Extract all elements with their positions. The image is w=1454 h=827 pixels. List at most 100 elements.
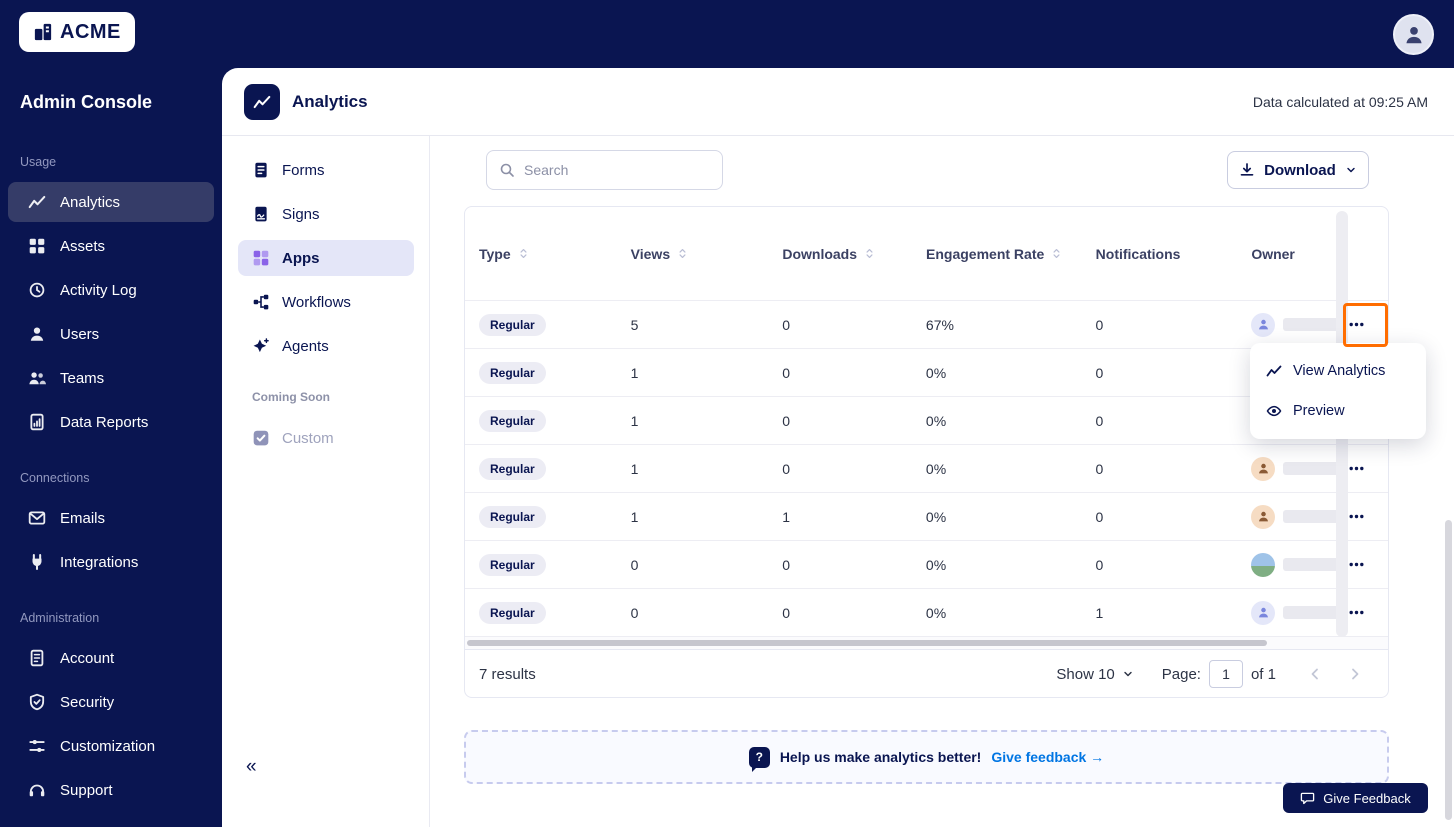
column-header-owner: Owner bbox=[1251, 245, 1295, 262]
users-icon bbox=[28, 369, 46, 387]
sidebar-item-security[interactable]: Security bbox=[8, 682, 214, 722]
sidebar-item-account[interactable]: Account bbox=[8, 638, 214, 678]
headset-icon bbox=[28, 781, 46, 799]
notifications-value: 0 bbox=[1095, 508, 1104, 525]
sidebar-item-support[interactable]: Support bbox=[8, 770, 214, 810]
page-vertical-scrollbar[interactable] bbox=[1445, 520, 1452, 820]
sidebar-item-integrations[interactable]: Integrations bbox=[8, 542, 214, 582]
sidebar-item-customization[interactable]: Customization bbox=[8, 726, 214, 766]
table-horizontal-scrollbar-track bbox=[465, 637, 1388, 649]
person-icon bbox=[1403, 24, 1425, 46]
downloads-value: 0 bbox=[782, 316, 791, 333]
banner-text: Help us make analytics better! bbox=[779, 749, 982, 765]
sidebar-item-teams[interactable]: Teams bbox=[8, 358, 214, 398]
redacted-owner-name bbox=[1283, 558, 1340, 571]
table-row: Regular 1 1 0% 0 bbox=[465, 493, 1388, 541]
table-header-row: Type Views Downloads Engagement Rate Not… bbox=[465, 207, 1388, 301]
search-input[interactable] bbox=[524, 151, 722, 189]
chevron-down-icon bbox=[1122, 668, 1134, 680]
sidebar-item-activity-log[interactable]: Activity Log bbox=[8, 270, 214, 310]
next-page-button[interactable] bbox=[1342, 661, 1368, 687]
type-badge: Regular bbox=[479, 313, 546, 336]
notifications-value: 0 bbox=[1095, 316, 1104, 333]
table-row: Regular 0 0 0% 1 bbox=[465, 589, 1388, 637]
give-feedback-link[interactable]: Give feedback → bbox=[991, 749, 1104, 765]
sidebar-item-users[interactable]: Users bbox=[8, 314, 214, 354]
column-header-engagement-rate[interactable]: Engagement Rate bbox=[926, 246, 1096, 262]
sidebar-item-analytics[interactable]: Analytics bbox=[8, 182, 214, 222]
search-box bbox=[486, 150, 723, 190]
column-header-type[interactable]: Type bbox=[479, 246, 631, 262]
shield-icon bbox=[28, 693, 46, 711]
notifications-value: 0 bbox=[1095, 412, 1104, 429]
section-label-administration: Administration bbox=[20, 611, 100, 625]
floating-give-feedback-button[interactable]: Give Feedback bbox=[1283, 783, 1428, 813]
chart-line-icon bbox=[253, 93, 271, 111]
report-icon bbox=[28, 413, 46, 431]
page-number-input[interactable] bbox=[1208, 660, 1243, 688]
owner-cell bbox=[1251, 600, 1340, 625]
envelope-icon bbox=[28, 509, 46, 527]
notifications-value: 0 bbox=[1095, 556, 1104, 573]
data-calculated-status: Data calculated at 09:25 AM bbox=[1252, 93, 1428, 110]
owner-avatar bbox=[1251, 312, 1276, 337]
redacted-owner-name bbox=[1283, 462, 1340, 475]
previous-page-button[interactable] bbox=[1302, 661, 1328, 687]
sidebar-item-data-reports[interactable]: Data Reports bbox=[8, 402, 214, 442]
coming-soon-label: Coming Soon bbox=[252, 390, 330, 404]
user-avatar[interactable] bbox=[1393, 14, 1434, 55]
owner-cell bbox=[1251, 552, 1340, 577]
help-bubble-icon: ? bbox=[748, 746, 770, 772]
download-button[interactable]: Download bbox=[1227, 151, 1369, 189]
owner-cell bbox=[1251, 504, 1340, 529]
downloads-value: 0 bbox=[782, 364, 791, 381]
redacted-owner-name bbox=[1283, 318, 1340, 331]
sort-icon bbox=[863, 247, 876, 260]
main-panel: Analytics Data calculated at 09:25 AM Fo… bbox=[222, 68, 1454, 827]
downloads-value: 0 bbox=[782, 556, 791, 573]
analytics-subnav: Forms Signs Apps Workflows Agents Coming… bbox=[222, 136, 430, 827]
subnav-item-forms[interactable]: Forms bbox=[238, 152, 414, 188]
views-value: 0 bbox=[630, 604, 639, 621]
results-count: 7 results bbox=[479, 665, 536, 683]
views-value: 1 bbox=[630, 508, 639, 525]
page-title: Analytics bbox=[292, 91, 368, 111]
column-header-views[interactable]: Views bbox=[631, 246, 783, 262]
subnav-item-agents[interactable]: Agents bbox=[238, 328, 414, 364]
subnav-item-workflows[interactable]: Workflows bbox=[238, 284, 414, 320]
column-header-downloads[interactable]: Downloads bbox=[782, 246, 926, 262]
chevron-left-icon bbox=[1307, 666, 1323, 682]
sidebar-item-assets[interactable]: Assets bbox=[8, 226, 214, 266]
engagement-value: 0% bbox=[925, 508, 947, 525]
menu-item-preview[interactable]: Preview bbox=[1250, 391, 1426, 431]
table-horizontal-scrollbar-thumb[interactable] bbox=[467, 640, 1267, 646]
document-icon bbox=[28, 649, 46, 667]
subnav-item-signs[interactable]: Signs bbox=[238, 196, 414, 232]
grid-icon bbox=[28, 237, 46, 255]
engagement-value: 67% bbox=[925, 316, 954, 333]
admin-sidebar: Admin Console Usage Analytics Assets Act… bbox=[0, 68, 222, 827]
show-per-page-select[interactable]: Show 10 bbox=[1056, 666, 1133, 683]
subnav-item-custom: Custom bbox=[238, 420, 414, 456]
analytics-header-icon bbox=[244, 83, 280, 120]
column-header-notifications: Notifications bbox=[1095, 245, 1181, 262]
page-of-label: of 1 bbox=[1250, 665, 1276, 683]
speech-bubble-icon bbox=[1300, 791, 1315, 806]
views-value: 1 bbox=[630, 412, 639, 429]
subnav-item-apps[interactable]: Apps bbox=[238, 240, 414, 276]
sort-icon bbox=[517, 247, 530, 260]
owner-avatar bbox=[1251, 504, 1276, 529]
sidebar-item-emails[interactable]: Emails bbox=[8, 498, 214, 538]
analytics-content: Download Type Views Downloads bbox=[430, 136, 1454, 827]
table-row: Regular 0 0 0% 0 bbox=[465, 541, 1388, 589]
collapse-sidebar-button[interactable]: « bbox=[246, 756, 257, 778]
acme-logo-mark-icon bbox=[33, 22, 53, 42]
owner-avatar bbox=[1251, 600, 1276, 625]
menu-item-view-analytics[interactable]: View Analytics bbox=[1250, 351, 1426, 391]
owner-avatar bbox=[1251, 552, 1276, 577]
views-value: 1 bbox=[630, 364, 639, 381]
table-row: Regular 1 0 0% 0 bbox=[465, 445, 1388, 493]
owner-avatar bbox=[1251, 456, 1276, 481]
top-bar: ACME bbox=[0, 0, 1454, 68]
acme-logo[interactable]: ACME bbox=[19, 12, 135, 52]
